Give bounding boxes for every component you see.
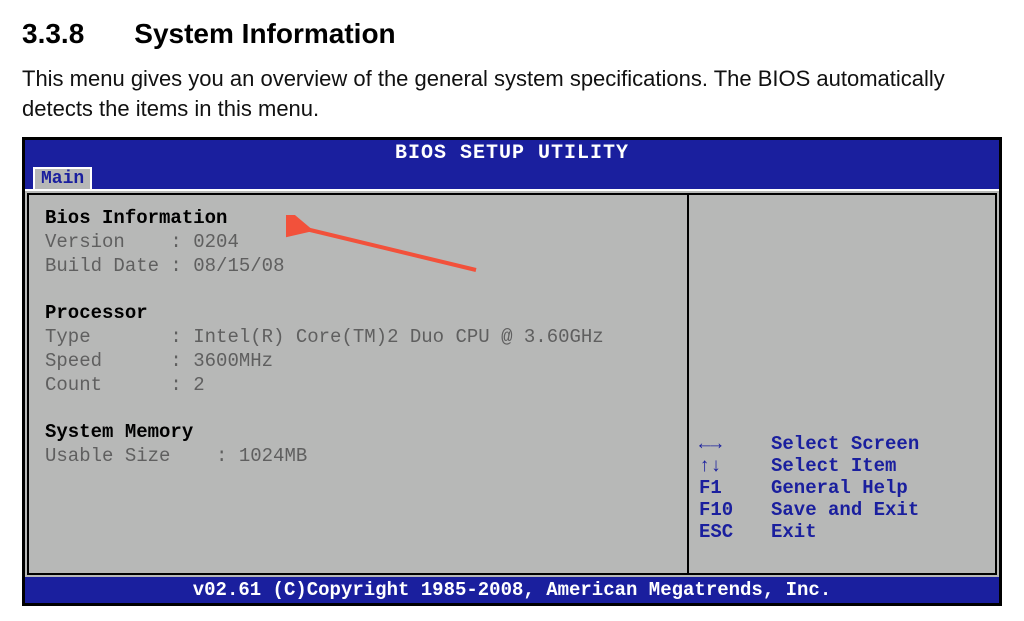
hint-general-help: F1General Help xyxy=(699,477,985,499)
document-heading: 3.3.8 System Information xyxy=(22,18,1002,50)
bios-build-date-label: Build Date xyxy=(45,255,159,277)
hint-help-label: General Help xyxy=(771,477,908,499)
processor-count-label: Count xyxy=(45,374,102,396)
bios-build-date-value: 08/15/08 xyxy=(193,255,284,277)
bios-header-title: BIOS SETUP UTILITY xyxy=(25,140,999,167)
up-down-arrows-icon: ↑↓ xyxy=(699,455,771,477)
hint-help-key: F1 xyxy=(699,477,771,499)
memory-usable-label: Usable Size xyxy=(45,445,170,467)
bios-left-pane: Bios Information Version : 0204 Build Da… xyxy=(27,193,687,575)
processor-type-label: Type xyxy=(45,326,91,348)
left-right-arrows-icon: ←→ xyxy=(699,433,771,455)
section-title: System Information xyxy=(134,18,395,49)
bios-body: Bios Information Version : 0204 Build Da… xyxy=(25,189,999,577)
hint-exit-label: Exit xyxy=(771,521,817,543)
hint-select-screen-label: Select Screen xyxy=(771,433,919,455)
section-number: 3.3.8 xyxy=(22,18,84,50)
bios-tab-strip: Main xyxy=(25,167,999,189)
hint-select-item-label: Select Item xyxy=(771,455,896,477)
memory-heading: System Memory xyxy=(45,421,193,443)
bios-info-heading: Bios Information xyxy=(45,207,227,229)
tab-main[interactable]: Main xyxy=(33,167,92,189)
hint-save-label: Save and Exit xyxy=(771,499,919,521)
processor-speed-value: 3600MHz xyxy=(193,350,273,372)
hint-exit: ESCExit xyxy=(699,521,985,543)
processor-type-value: Intel(R) Core(TM)2 Duo CPU @ 3.60GHz xyxy=(193,326,603,348)
hint-save-key: F10 xyxy=(699,499,771,521)
hint-select-item: ↑↓Select Item xyxy=(699,455,985,477)
bios-version-value: 0204 xyxy=(193,231,239,253)
hint-select-screen: ←→Select Screen xyxy=(699,433,985,455)
bios-footer: v02.61 (C)Copyright 1985-2008, American … xyxy=(25,577,999,603)
hint-exit-key: ESC xyxy=(699,521,771,543)
bios-window: BIOS SETUP UTILITY Main Bios Information… xyxy=(22,137,1002,606)
processor-heading: Processor xyxy=(45,302,148,324)
hint-save-exit: F10Save and Exit xyxy=(699,499,985,521)
memory-usable-value: 1024MB xyxy=(239,445,307,467)
bios-version-label: Version xyxy=(45,231,125,253)
document-body-text: This menu gives you an overview of the g… xyxy=(22,64,1002,123)
processor-count-value: 2 xyxy=(193,374,204,396)
processor-speed-label: Speed xyxy=(45,350,102,372)
bios-right-pane: ←→Select Screen ↑↓Select Item F1General … xyxy=(687,193,997,575)
